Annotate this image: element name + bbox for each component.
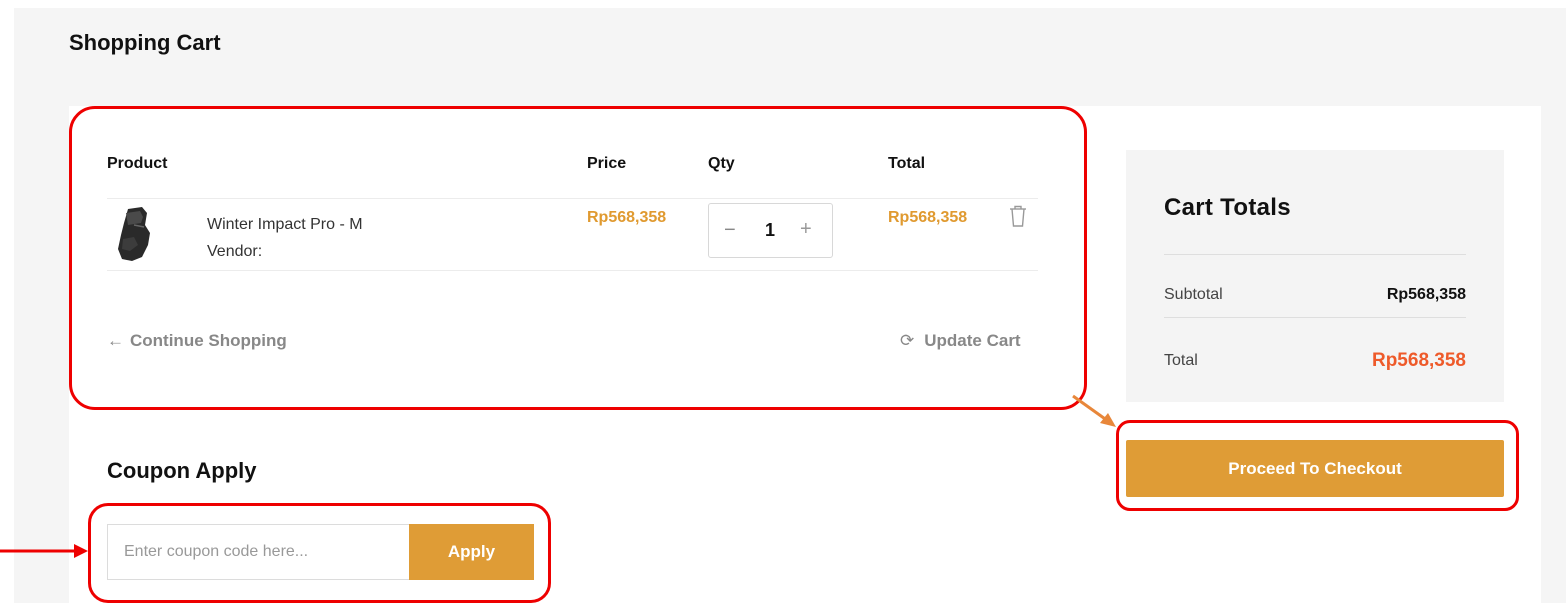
cart-totals-title: Cart Totals — [1164, 194, 1291, 221]
header-divider — [107, 198, 1038, 199]
page-title: Shopping Cart — [69, 30, 221, 55]
total-label: Total — [1164, 352, 1198, 369]
subtotal-label: Subtotal — [1164, 286, 1223, 303]
continue-shopping-label: Continue Shopping — [130, 331, 287, 350]
continue-shopping-link[interactable]: ← Continue Shopping — [107, 331, 287, 351]
column-header-product: Product — [107, 155, 168, 172]
qty-increase-button[interactable]: + — [800, 218, 812, 241]
column-header-total: Total — [888, 155, 926, 172]
subtotal-value: Rp568,358 — [1386, 286, 1466, 303]
proceed-to-checkout-button[interactable]: Proceed To Checkout — [1126, 440, 1504, 497]
product-vendor: Vendor: — [207, 243, 263, 260]
coupon-title: Coupon Apply — [107, 458, 257, 483]
column-header-price: Price — [587, 155, 627, 172]
row-divider — [107, 270, 1038, 271]
item-price: Rp568,358 — [587, 209, 667, 226]
update-cart-label: Update Cart — [924, 331, 1021, 350]
totals-divider — [1164, 254, 1466, 255]
total-value: Rp568,358 — [1371, 350, 1466, 371]
product-name[interactable]: Winter Impact Pro - M — [207, 216, 363, 234]
apply-coupon-button[interactable]: Apply — [409, 524, 534, 580]
qty-decrease-button[interactable]: − — [724, 219, 736, 242]
item-total: Rp568,358 — [888, 209, 968, 226]
update-cart-button[interactable]: ⟳ Update Cart — [900, 331, 1021, 351]
trash-icon[interactable] — [1008, 204, 1028, 228]
totals-divider — [1164, 317, 1466, 318]
qty-value[interactable]: 1 — [765, 220, 775, 241]
refresh-icon: ⟳ — [900, 331, 915, 350]
column-header-qty: Qty — [708, 155, 735, 172]
coupon-code-input[interactable] — [107, 524, 410, 580]
arrow-left-icon: ← — [107, 331, 124, 350]
quantity-stepper: − 1 + — [708, 203, 833, 258]
glove-icon[interactable] — [114, 205, 154, 263]
